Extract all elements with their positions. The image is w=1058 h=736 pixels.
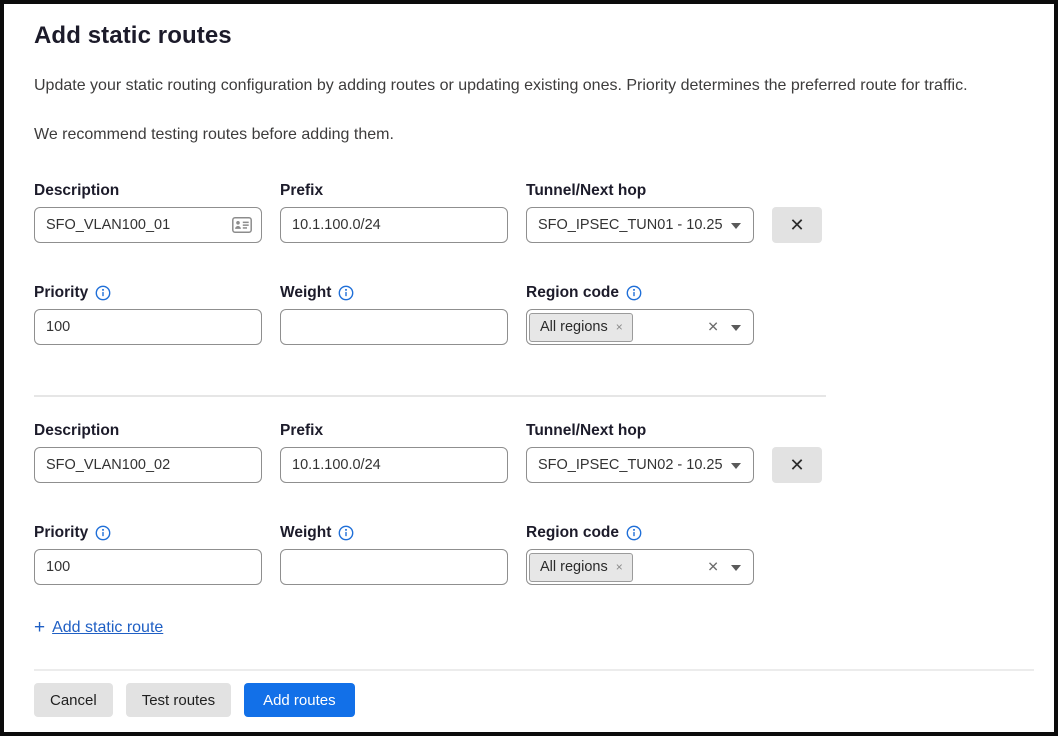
region-multiselect[interactable]: All regions × ✕: [526, 549, 754, 585]
field-weight-2: Weight: [280, 523, 508, 585]
add-static-route-link[interactable]: Add static route: [52, 619, 163, 637]
tunnel-select[interactable]: SFO_IPSEC_TUN01 - 10.25...: [526, 207, 754, 243]
cancel-button[interactable]: Cancel: [34, 683, 113, 717]
field-region-1: Region code All region: [526, 283, 754, 345]
field-tunnel-1: Tunnel/Next hop SFO_IPSEC_TUN01 - 10.25.…: [526, 181, 754, 243]
field-prefix-1: Prefix: [280, 181, 508, 243]
region-chip: All regions ×: [529, 553, 633, 582]
tunnel-select[interactable]: SFO_IPSEC_TUN02 - 10.25...: [526, 447, 754, 483]
remove-route-button[interactable]: ✕: [772, 447, 822, 483]
weight-input[interactable]: [280, 549, 508, 585]
region-chip: All regions ×: [529, 313, 633, 342]
remove-route-button[interactable]: ✕: [772, 207, 822, 243]
field-prefix-2: Prefix: [280, 421, 508, 483]
static-routes-form: Description: [34, 181, 1026, 717]
add-routes-button[interactable]: Add routes: [244, 683, 355, 717]
route-group-1: Description: [34, 181, 1026, 345]
priority-label: Priority: [34, 523, 88, 542]
info-icon[interactable]: [95, 525, 111, 541]
info-icon[interactable]: [338, 285, 354, 301]
description-input[interactable]: [34, 447, 262, 483]
plus-icon: +: [34, 618, 45, 637]
description-label: Description: [34, 421, 262, 440]
contact-card-icon: [232, 217, 252, 233]
weight-label: Weight: [280, 283, 331, 302]
dropdown-caret-icon: [731, 463, 741, 469]
close-icon: ✕: [789, 216, 804, 234]
region-chip-label: All regions: [540, 319, 608, 335]
tunnel-selected-value: SFO_IPSEC_TUN01 - 10.25...: [538, 217, 723, 233]
priority-label: Priority: [34, 283, 88, 302]
region-multiselect[interactable]: All regions × ✕: [526, 309, 754, 345]
dropdown-caret-icon: [731, 565, 741, 571]
tunnel-label: Tunnel/Next hop: [526, 181, 754, 200]
clear-icon[interactable]: ✕: [707, 319, 719, 336]
clear-icon[interactable]: ✕: [707, 559, 719, 576]
priority-input[interactable]: [34, 309, 262, 345]
region-chip-label: All regions: [540, 559, 608, 575]
field-region-2: Region code All region: [526, 523, 754, 585]
remove-cell-1: ✕: [772, 181, 822, 243]
description-label: Description: [34, 181, 262, 200]
footer-actions: Cancel Test routes Add routes: [34, 671, 1026, 717]
info-icon[interactable]: [626, 525, 642, 541]
prefix-input[interactable]: [280, 207, 508, 243]
description-input[interactable]: [34, 207, 262, 243]
region-label: Region code: [526, 523, 619, 542]
close-icon: ✕: [789, 456, 804, 474]
prefix-label: Prefix: [280, 421, 508, 440]
prefix-input[interactable]: [280, 447, 508, 483]
priority-input[interactable]: [34, 549, 262, 585]
field-description-2: Description: [34, 421, 262, 483]
weight-input[interactable]: [280, 309, 508, 345]
small-close-icon[interactable]: ×: [616, 320, 623, 334]
page-title: Add static routes: [34, 22, 1026, 50]
field-description-1: Description: [34, 181, 262, 243]
prefix-label: Prefix: [280, 181, 508, 200]
dropdown-caret-icon: [731, 325, 741, 331]
region-label: Region code: [526, 283, 619, 302]
field-tunnel-2: Tunnel/Next hop SFO_IPSEC_TUN02 - 10.25.…: [526, 421, 754, 483]
small-close-icon[interactable]: ×: [616, 560, 623, 574]
add-static-routes-dialog: Add static routes Update your static rou…: [0, 0, 1058, 736]
info-icon[interactable]: [626, 285, 642, 301]
route-divider: [34, 395, 826, 397]
info-icon[interactable]: [338, 525, 354, 541]
weight-label: Weight: [280, 523, 331, 542]
dropdown-caret-icon: [731, 223, 741, 229]
tunnel-selected-value: SFO_IPSEC_TUN02 - 10.25...: [538, 457, 723, 473]
info-icon[interactable]: [95, 285, 111, 301]
field-weight-1: Weight: [280, 283, 508, 345]
field-priority-2: Priority: [34, 523, 262, 585]
remove-cell-2: ✕: [772, 421, 822, 483]
add-static-route-row: + Add static route: [34, 618, 1026, 637]
intro-text: Update your static routing configuration…: [34, 77, 1026, 95]
field-priority-1: Priority: [34, 283, 262, 345]
tunnel-label: Tunnel/Next hop: [526, 421, 754, 440]
test-routes-button[interactable]: Test routes: [126, 683, 231, 717]
route-group-2: Description Prefix Tunnel/Next hop: [34, 421, 1026, 585]
recommendation-text: We recommend testing routes before addin…: [34, 126, 1026, 144]
